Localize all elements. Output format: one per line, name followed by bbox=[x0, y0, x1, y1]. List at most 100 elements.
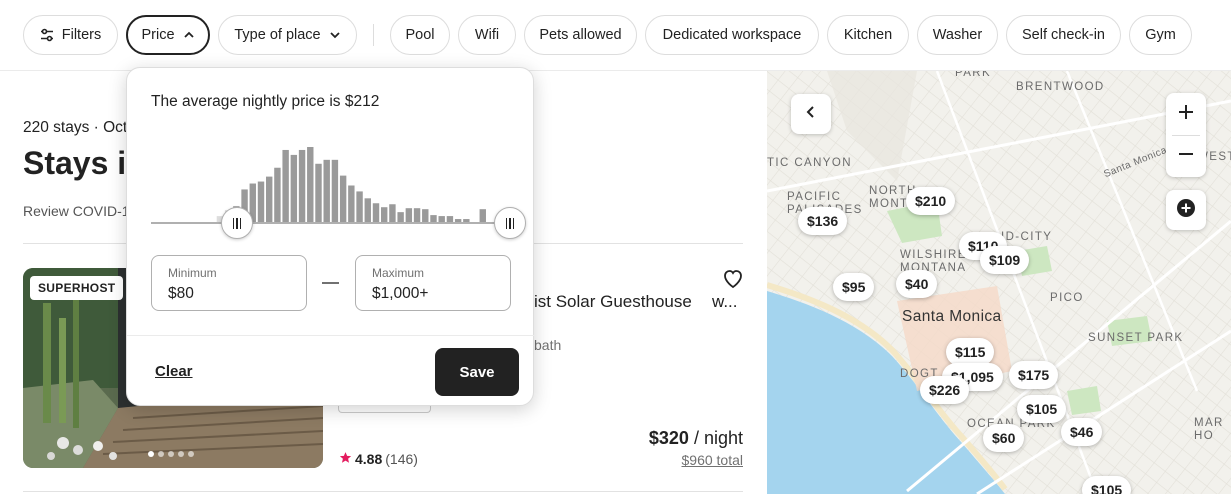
minus-icon bbox=[1178, 146, 1194, 167]
amenity-chip-pool[interactable]: Pool bbox=[390, 15, 450, 55]
amenity-chip-pets-allowed[interactable]: Pets allowed bbox=[524, 15, 637, 55]
type-of-place-label: Type of place bbox=[234, 27, 321, 43]
price-pin[interactable]: $46 bbox=[1061, 418, 1103, 446]
histogram-bar bbox=[405, 208, 413, 223]
histogram-bar bbox=[282, 149, 289, 223]
star-icon bbox=[339, 451, 352, 467]
map-label-sunset-park: SUNSET PARK bbox=[1088, 332, 1184, 344]
listing-bath: bath bbox=[534, 337, 562, 353]
add-place-button[interactable] bbox=[1166, 190, 1206, 230]
heart-icon[interactable] bbox=[721, 266, 745, 295]
price-pin[interactable]: $175 bbox=[1009, 361, 1059, 389]
range-dash bbox=[322, 282, 339, 284]
price-pin[interactable]: $136 bbox=[798, 207, 848, 235]
clear-button[interactable]: Clear bbox=[155, 363, 193, 380]
chevron-down-icon bbox=[329, 29, 341, 41]
min-price-value[interactable]: $80 bbox=[168, 285, 194, 303]
rating-count: (146) bbox=[385, 451, 418, 467]
min-price-label: Minimum bbox=[168, 266, 217, 280]
price-pin[interactable]: $40 bbox=[896, 270, 938, 298]
max-price-label: Maximum bbox=[372, 266, 425, 280]
price-unit: / night bbox=[693, 428, 743, 448]
histogram-bar bbox=[372, 203, 380, 223]
chevron-left-icon bbox=[804, 105, 818, 124]
amenity-chip-washer[interactable]: Washer bbox=[917, 15, 998, 55]
price-amount: $320 bbox=[648, 428, 689, 448]
divider bbox=[23, 491, 743, 492]
price-popover: The average nightly price is $212 Minimu… bbox=[126, 67, 535, 406]
max-price-handle[interactable] bbox=[494, 207, 526, 239]
average-price-text: The average nightly price is $212 bbox=[151, 93, 380, 110]
save-button[interactable]: Save bbox=[435, 348, 519, 396]
max-price-field[interactable]: Maximum $1,000+ bbox=[355, 255, 511, 311]
plus-icon bbox=[1178, 104, 1194, 125]
histogram-bar bbox=[348, 185, 355, 223]
grip-icon bbox=[505, 217, 515, 229]
photo-dot[interactable] bbox=[148, 451, 154, 457]
histogram-bar bbox=[331, 159, 339, 223]
zoom-in-button[interactable] bbox=[1166, 93, 1206, 135]
histogram-bar bbox=[479, 209, 486, 223]
listing-name-tail[interactable]: w... bbox=[712, 292, 738, 312]
stays-count: 220 stays · Oct bbox=[23, 119, 128, 136]
zoom-controls bbox=[1166, 93, 1206, 177]
price-pin[interactable]: $226 bbox=[920, 376, 970, 404]
amenity-chip-dedicated-workspace[interactable]: Dedicated workspace bbox=[645, 15, 819, 55]
zoom-out-button[interactable] bbox=[1166, 135, 1206, 177]
filter-bar: Filters Price Type of place Pool Wifi Pe… bbox=[0, 0, 1231, 71]
histogram-bar bbox=[413, 208, 421, 223]
price-pin[interactable]: $60 bbox=[983, 424, 1025, 452]
total-price-link[interactable]: $960 total bbox=[682, 452, 744, 468]
histogram-bar bbox=[315, 163, 322, 223]
photo-pagination bbox=[148, 451, 194, 457]
amenity-chip-wifi[interactable]: Wifi bbox=[458, 15, 516, 55]
price-pin[interactable]: $210 bbox=[906, 187, 956, 215]
histogram-bar bbox=[381, 207, 388, 223]
superhost-badge: SUPERHOST bbox=[30, 276, 124, 300]
photo-dot[interactable] bbox=[168, 451, 174, 457]
min-price-handle[interactable] bbox=[221, 207, 254, 239]
histogram-bar bbox=[298, 149, 306, 223]
listing-rating: 4.88 (146) bbox=[339, 451, 418, 467]
histogram-bar bbox=[422, 209, 429, 223]
max-price-value[interactable]: $1,000+ bbox=[372, 285, 428, 303]
price-filter-button[interactable]: Price bbox=[126, 15, 210, 55]
filters-button[interactable]: Filters bbox=[23, 15, 118, 55]
price-pin[interactable]: $95 bbox=[833, 273, 875, 301]
collapse-map-button[interactable] bbox=[791, 94, 831, 134]
photo-dot[interactable] bbox=[188, 451, 194, 457]
type-of-place-button[interactable]: Type of place bbox=[218, 15, 357, 55]
price-label: Price bbox=[141, 27, 175, 43]
listing-name[interactable]: ist Solar Guesthouse bbox=[534, 292, 692, 312]
min-price-field[interactable]: Minimum $80 bbox=[151, 255, 307, 311]
map-label-mar-ho: MAR HO bbox=[1194, 417, 1224, 442]
plus-circle-icon bbox=[1176, 198, 1196, 223]
histogram-bar bbox=[307, 147, 314, 223]
histogram-bar bbox=[364, 198, 371, 223]
amenity-chip-gym[interactable]: Gym bbox=[1129, 15, 1192, 55]
grip-icon bbox=[232, 217, 242, 229]
photo-dot[interactable] bbox=[158, 451, 164, 457]
histogram-bar bbox=[389, 204, 396, 223]
histogram-bar bbox=[274, 167, 281, 223]
map-label-park: PARK bbox=[955, 71, 992, 79]
histogram-bar bbox=[266, 176, 273, 223]
histogram-bar bbox=[339, 175, 347, 223]
popover-divider bbox=[127, 335, 535, 336]
amenity-chip-kitchen[interactable]: Kitchen bbox=[827, 15, 909, 55]
covid-notice[interactable]: Review COVID-1 bbox=[23, 203, 130, 219]
histogram-bar bbox=[290, 154, 298, 223]
amenity-chip-self-check-in[interactable]: Self check-in bbox=[1006, 15, 1121, 55]
map-city-label: Santa Monica bbox=[902, 308, 1002, 325]
map[interactable]: PARK BRENTWOOD TIC CANYON PACIFIC PALISA… bbox=[767, 71, 1231, 494]
filter-separator bbox=[373, 24, 374, 46]
price-pin[interactable]: $105 bbox=[1017, 395, 1067, 423]
price-pin[interactable]: $115 bbox=[946, 338, 995, 366]
price-histogram bbox=[216, 147, 486, 223]
photo-dot[interactable] bbox=[178, 451, 184, 457]
map-label-canyon: TIC CANYON bbox=[767, 157, 852, 169]
price-pin[interactable]: $105 bbox=[1082, 476, 1132, 494]
nightly-price: $320 / night bbox=[649, 428, 743, 449]
price-pin[interactable]: $109 bbox=[980, 246, 1030, 274]
histogram-bar bbox=[257, 181, 265, 223]
